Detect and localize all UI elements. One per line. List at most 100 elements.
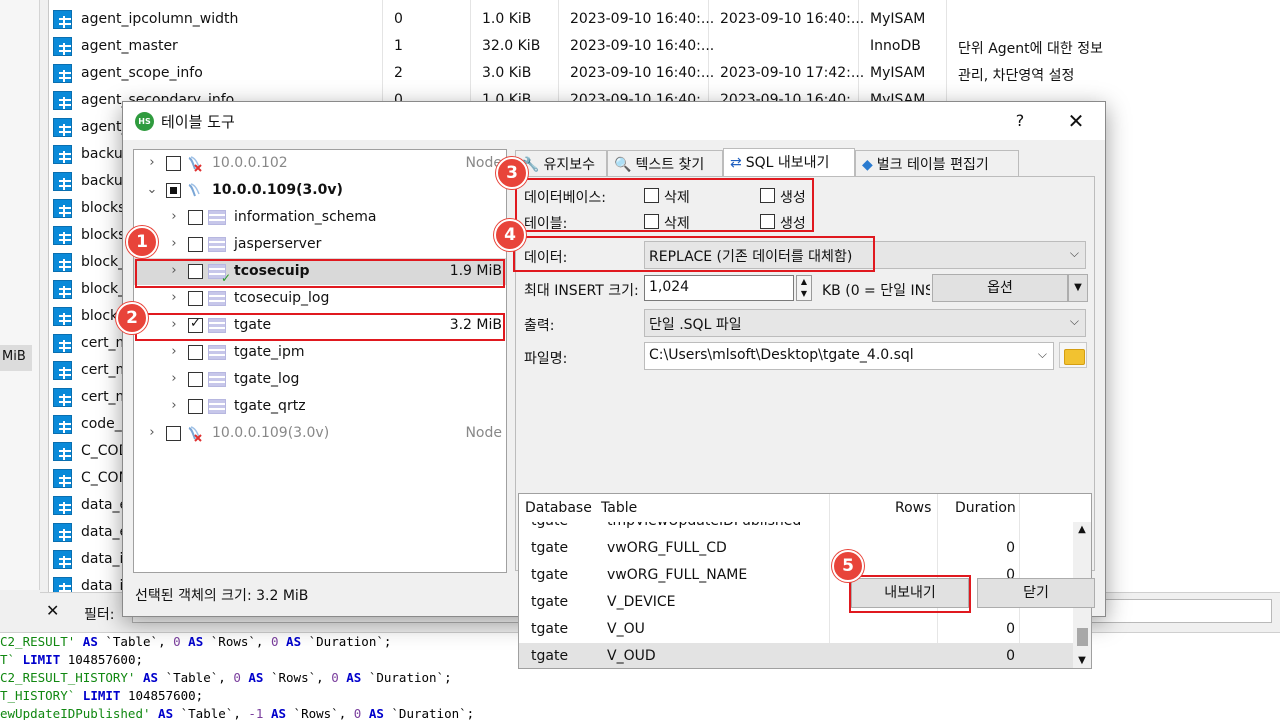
database-tree[interactable]: › 10.0.0.102 Node ⌄ 10.0.0.109(3.0v) › informa… [133,149,507,573]
tree-database-node[interactable]: › ✓ tcosecuip 1.9 MiB [134,258,506,285]
chevron-right-icon[interactable]: › [168,398,180,413]
chevron-right-icon[interactable]: › [168,290,180,305]
scroll-thumb[interactable] [1077,628,1088,646]
table-row[interactable]: agent_scope_info 2 3.0 KiB 2023-09-10 16:40… [49,60,1280,87]
export-button[interactable]: 내보내기 [851,578,969,608]
max-insert-stepper[interactable]: ▲ ▼ [796,275,812,301]
tree-database-node[interactable]: › information_schema [134,204,506,231]
callout-badge-5: 5 [832,550,864,582]
heidisql-app-icon: HS [135,112,154,131]
col-header-rows[interactable]: Rows [895,494,931,522]
col-header-table[interactable]: Table [601,494,637,522]
max-insert-input[interactable]: 1,024 [644,275,794,301]
sql-export-panel: 데이터베이스: 삭제 생성 테이블: 삭제 생성 데이터: REPLACE (기… [515,176,1095,669]
table-drop-checkbox[interactable] [644,214,659,229]
tree-server-node[interactable]: › 10.0.0.109(3.0v) Node [134,420,506,447]
sql-line: ewUpdateIDPublished' AS `Table`, -1 AS `… [0,705,1280,720]
tab-label: SQL 내보내기 [745,155,830,171]
tree-checkbox[interactable] [188,291,203,306]
sql-token: `Rows` [270,670,317,685]
chevron-right-icon[interactable]: › [146,425,158,440]
tree-checkbox[interactable] [188,372,203,387]
tab-maintenance[interactable]: 🔧 유지보수 [515,150,607,176]
database-icon [208,345,226,360]
tree-checkbox[interactable] [188,264,203,279]
callout-badge-3: 3 [496,157,528,189]
tree-node-label: 10.0.0.102 [212,155,288,171]
output-select[interactable]: 단일 .SQL 파일 ⌵ [644,309,1086,337]
table-row[interactable]: agent_ipcolumn_width 0 1.0 KiB 2023-09-10 1… [49,6,1280,33]
tree-checkbox[interactable] [188,210,203,225]
table-row[interactable]: tgate V_OUD 0 [519,643,1075,668]
chevron-down-icon[interactable]: ⌄ [146,182,158,197]
tab-find-text[interactable]: 🔍 텍스트 찾기 [607,150,723,176]
server-connected-icon [186,182,204,200]
options-dropdown-button[interactable]: ▼ [1068,274,1088,302]
data-mode-select[interactable]: REPLACE (기존 데이터를 대체함) ⌵ [644,241,1086,269]
table-row[interactable]: tgate vwORG_FULL_CD 0 [519,535,1075,562]
help-button[interactable]: ? [1007,108,1033,134]
table-icon [53,118,72,137]
tree-node-status: Node [465,425,502,441]
tree-checkbox[interactable] [188,316,203,333]
close-button[interactable]: 닫기 [977,578,1095,608]
tree-database-node[interactable]: › jasperserver [134,231,506,258]
table-icon [53,307,72,326]
database-icon [208,399,226,414]
tree-database-node[interactable]: › tgate 3.2 MiB [134,312,506,339]
chevron-right-icon[interactable]: › [168,371,180,386]
tree-checkbox[interactable] [166,426,181,441]
chevron-right-icon[interactable]: › [168,209,180,224]
chevron-right-icon[interactable]: › [168,263,180,278]
dialog-title: 테이블 도구 [161,113,235,131]
cell-database: tgate [531,540,569,556]
tab-bulk-table-editor[interactable]: ◆ 벌크 테이블 편집기 [855,150,1019,176]
server-disconnected-icon [186,155,204,173]
sql-token: `Rows` [293,706,339,720]
tree-database-node[interactable]: › tcosecuip_log [134,285,506,312]
dialog-titlebar: HS 테이블 도구 ? ✕ [123,102,1105,140]
col-header-duration[interactable]: Duration [955,494,1016,522]
table-row[interactable]: tgate V_OU 0 [519,616,1075,643]
table-icon [53,280,72,299]
tree-server-node[interactable]: ⌄ 10.0.0.109(3.0v) [134,177,506,204]
tab-sql-export[interactable]: ⇄ SQL 내보내기 [723,148,855,176]
cell-name: agent_ipcolumn_width [81,11,239,27]
tree-checkbox[interactable] [166,183,181,198]
tree-server-node[interactable]: › 10.0.0.102 Node [134,150,506,177]
tree-database-node[interactable]: › tgate_log [134,366,506,393]
cell-size: 3.0 KiB [482,65,532,81]
tree-node-label: information_schema [234,209,377,225]
chevron-right-icon[interactable]: › [168,236,180,251]
tree-database-node[interactable]: › tgate_qrtz [134,393,506,420]
export-arrows-icon: ⇄ [730,155,742,171]
selected-size-status: 선택된 객체의 크기: 3.2 MiB [135,588,309,604]
options-button[interactable]: 옵션 [932,274,1068,302]
filename-input[interactable]: C:\Users\mlsoft\Desktop\tgate_4.0.sql ⌵ [644,342,1054,370]
database-create-checkbox[interactable] [760,188,775,203]
tree-checkbox[interactable] [188,399,203,414]
sql-token: `Table` [105,634,159,649]
col-header-database[interactable]: Database [525,494,592,522]
chevron-right-icon[interactable]: › [168,317,180,332]
cell-database: tgate [531,567,569,583]
scroll-down-icon[interactable]: ▼ [1073,655,1091,666]
scroll-up-icon[interactable]: ▲ [1073,524,1091,535]
table-create-checkbox[interactable] [760,214,775,229]
table-icon [53,172,72,191]
table-icon [53,91,72,110]
sql-token: T_HISTORY` [0,688,76,703]
table-create-label: 생성 [780,216,806,232]
chevron-right-icon[interactable]: › [146,155,158,170]
table-row[interactable]: agent_master 1 32.0 KiB 2023-09-10 16:40:..… [49,33,1280,60]
tree-checkbox[interactable] [166,156,181,171]
tree-checkbox[interactable] [188,345,203,360]
close-window-button[interactable]: ✕ [1061,108,1091,134]
folder-icon[interactable] [1059,342,1087,368]
tree-checkbox[interactable] [188,237,203,252]
chevron-right-icon[interactable]: › [168,344,180,359]
tree-database-node[interactable]: › tgate_ipm [134,339,506,366]
database-icon [208,372,226,387]
database-drop-checkbox[interactable] [644,188,659,203]
close-filter-icon[interactable]: ✕ [46,601,59,620]
